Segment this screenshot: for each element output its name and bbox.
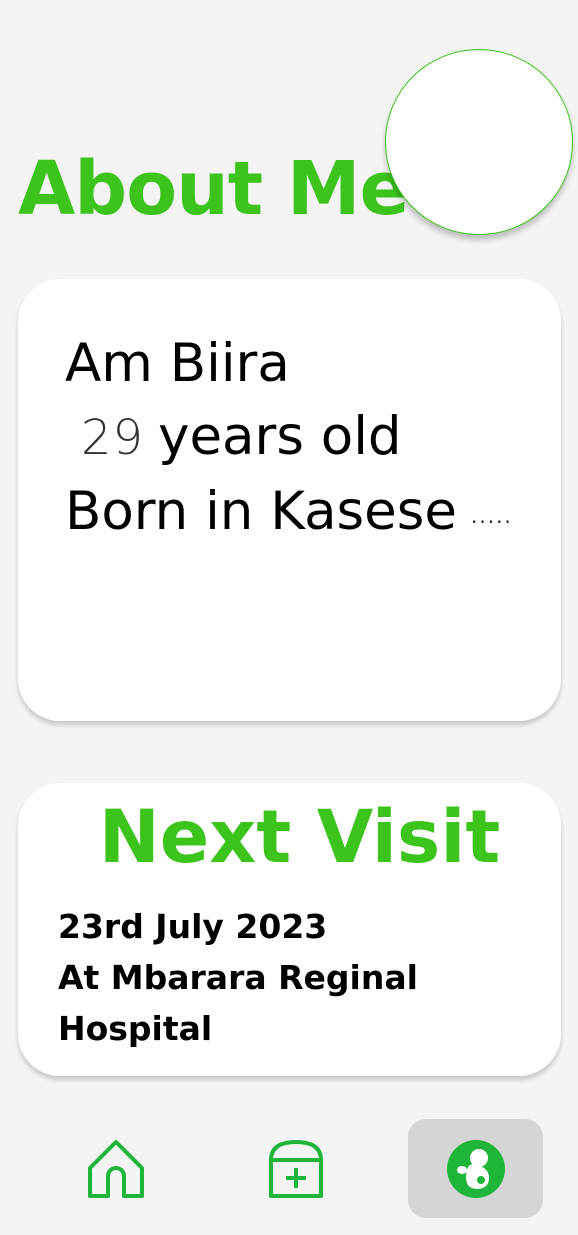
- birthplace-line: Born in Kasese.....: [65, 475, 513, 553]
- visit-location-line2: Hospital: [58, 1009, 213, 1048]
- birthplace-text: Born in Kasese: [65, 481, 457, 542]
- visit-date: 23rd July 2023: [58, 907, 328, 946]
- ellipsis: .....: [471, 504, 513, 528]
- nav-clinic-button[interactable]: [228, 1119, 363, 1218]
- next-visit-card: Next Visit 23rd July 2023 At Mbarara Reg…: [18, 783, 561, 1076]
- nav-home-button[interactable]: [48, 1119, 183, 1218]
- visit-location-line1: At Mbarara Reginal: [58, 958, 418, 997]
- about-text: Am Biira 29 years old Born in Kasese.....: [65, 327, 513, 553]
- name-line: Am Biira: [65, 333, 290, 394]
- baby-fetus-icon: [446, 1139, 505, 1198]
- page-title: About Me: [18, 146, 410, 232]
- nav-labels-cropped: [0, 1225, 578, 1235]
- next-visit-details: 23rd July 2023 At Mbarara Reginal Hospit…: [58, 901, 418, 1054]
- age-suffix: years old: [158, 406, 402, 467]
- age-value: 29: [81, 410, 145, 466]
- nav-baby-button[interactable]: [408, 1119, 543, 1218]
- home-icon: [87, 1139, 144, 1198]
- age-line: 29 years old: [65, 400, 513, 475]
- medical-bag-icon: [268, 1139, 323, 1198]
- about-me-screen: About Me Am Biira 29 years old Born in Ka…: [0, 0, 578, 1235]
- next-visit-heading: Next Visit: [98, 795, 501, 880]
- avatar[interactable]: [385, 49, 573, 235]
- about-card: Am Biira 29 years old Born in Kasese.....: [18, 279, 561, 721]
